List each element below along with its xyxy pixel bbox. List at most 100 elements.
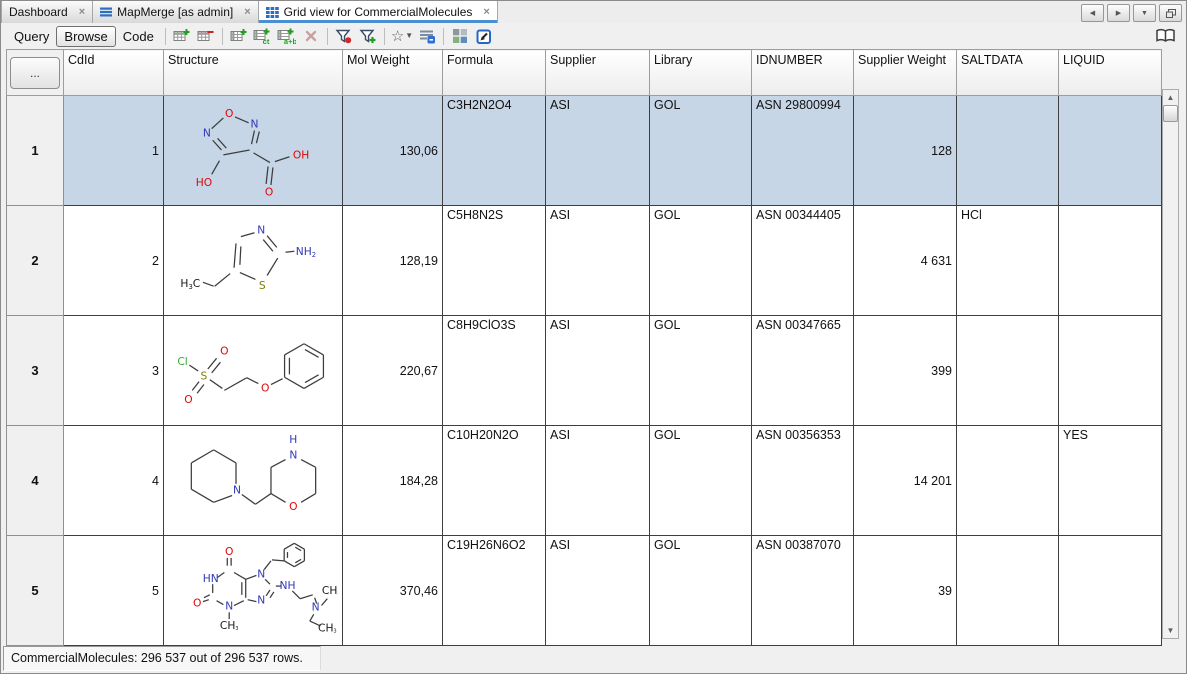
column-header-mol-weight[interactable]: Mol Weight — [343, 50, 443, 96]
cell-liquid[interactable]: YES — [1059, 426, 1162, 536]
row-header[interactable]: 3 — [7, 316, 64, 426]
cell-idnumber[interactable]: ASN 00347665 — [752, 316, 854, 426]
cell-supplier[interactable]: ASI — [546, 316, 650, 426]
add-row-button[interactable] — [170, 25, 194, 47]
open-in-new-window-button[interactable] — [472, 25, 496, 47]
close-icon[interactable]: × — [483, 7, 489, 18]
column-settings-button[interactable] — [415, 25, 439, 47]
cell-mol-weight[interactable]: 128,19 — [343, 206, 443, 316]
favorites-button[interactable]: ☆ ▼ — [389, 25, 415, 47]
add-calculated-field-button[interactable]: a+b — [275, 25, 299, 47]
cell-supplier-weight[interactable]: 4 631 — [854, 206, 957, 316]
tab-dashboard[interactable]: Dashboard × — [1, 1, 93, 23]
add-chemical-terms-field-button[interactable]: ct — [251, 25, 275, 47]
table-row[interactable]: 1 1 O N N — [7, 96, 1162, 206]
delete-row-button[interactable] — [194, 25, 218, 47]
cell-structure[interactable]: O HN O N CH3 N N NH N CH3 CH3 — [164, 536, 343, 646]
cell-supplier-weight[interactable]: 399 — [854, 316, 957, 426]
column-header-cdid[interactable]: CdId — [64, 50, 164, 96]
cell-cdid[interactable]: 3 — [64, 316, 164, 426]
scrollbar-thumb[interactable] — [1163, 105, 1178, 122]
cell-supplier[interactable]: ASI — [546, 536, 650, 646]
table-row[interactable]: 2 2 N S NH2 H3C — [7, 206, 1162, 316]
cell-formula[interactable]: C10H20N2O — [443, 426, 546, 536]
cell-supplier[interactable]: ASI — [546, 426, 650, 536]
remove-field-button[interactable] — [299, 25, 323, 47]
tab-mapmerge[interactable]: MapMerge [as admin] × — [93, 1, 259, 23]
cell-library[interactable]: GOL — [650, 96, 752, 206]
cell-mol-weight[interactable]: 370,46 — [343, 536, 443, 646]
close-icon[interactable]: × — [79, 7, 85, 18]
add-field-button[interactable] — [227, 25, 251, 47]
float-window-button[interactable] — [1159, 4, 1182, 22]
cell-formula[interactable]: C19H26N6O2 — [443, 536, 546, 646]
cell-structure[interactable]: N S NH2 H3C — [164, 206, 343, 316]
view-layout-button[interactable] — [448, 25, 472, 47]
tab-grid-view[interactable]: Grid view for CommercialMolecules × — [259, 1, 498, 23]
column-header-saltdata[interactable]: SALTDATA — [957, 50, 1059, 96]
cell-supplier-weight[interactable]: 39 — [854, 536, 957, 646]
column-header-idnumber[interactable]: IDNUMBER — [752, 50, 854, 96]
tab-list-dropdown-button[interactable]: ▼ — [1133, 4, 1156, 22]
close-icon[interactable]: × — [244, 7, 250, 18]
row-header[interactable]: 2 — [7, 206, 64, 316]
row-header[interactable]: 5 — [7, 536, 64, 646]
column-header-supplier[interactable]: Supplier — [546, 50, 650, 96]
cell-saltdata[interactable] — [957, 96, 1059, 206]
row-header[interactable]: 1 — [7, 96, 64, 206]
cell-idnumber[interactable]: ASN 00387070 — [752, 536, 854, 646]
cell-supplier[interactable]: ASI — [546, 206, 650, 316]
cell-library[interactable]: GOL — [650, 536, 752, 646]
cell-formula[interactable]: C8H9ClO3S — [443, 316, 546, 426]
column-header-structure[interactable]: Structure — [164, 50, 343, 96]
scroll-tabs-right-button[interactable]: ▶ — [1107, 4, 1130, 22]
cell-cdid[interactable]: 1 — [64, 96, 164, 206]
cell-idnumber[interactable]: ASN 00356353 — [752, 426, 854, 536]
table-row[interactable]: 4 4 — [7, 426, 1162, 536]
add-filter-button[interactable] — [356, 25, 380, 47]
vertical-scrollbar[interactable]: ▲ ▼ — [1162, 89, 1179, 639]
cell-liquid[interactable] — [1059, 206, 1162, 316]
cell-liquid[interactable] — [1059, 536, 1162, 646]
cell-mol-weight[interactable]: 184,28 — [343, 426, 443, 536]
row-header[interactable]: 4 — [7, 426, 64, 536]
cell-structure[interactable]: O N N HO OH O — [164, 96, 343, 206]
column-header-library[interactable]: Library — [650, 50, 752, 96]
table-row[interactable]: 3 3 — [7, 316, 1162, 426]
cell-formula[interactable]: C3H2N2O4 — [443, 96, 546, 206]
cell-cdid[interactable]: 2 — [64, 206, 164, 316]
cell-cdid[interactable]: 4 — [64, 426, 164, 536]
cell-supplier-weight[interactable]: 128 — [854, 96, 957, 206]
column-header-formula[interactable]: Formula — [443, 50, 546, 96]
cell-supplier[interactable]: ASI — [546, 96, 650, 206]
grid-options-button[interactable]: ... — [10, 57, 60, 89]
query-mode-button[interactable]: Query — [7, 27, 56, 46]
scroll-tabs-left-button[interactable]: ◀ — [1081, 4, 1104, 22]
cell-structure[interactable]: N H N O — [164, 426, 343, 536]
browse-mode-button[interactable]: Browse — [56, 26, 115, 47]
cell-liquid[interactable] — [1059, 316, 1162, 426]
scroll-down-icon[interactable]: ▼ — [1167, 623, 1175, 638]
cell-idnumber[interactable]: ASN 00344405 — [752, 206, 854, 316]
cell-formula[interactable]: C5H8N2S — [443, 206, 546, 316]
cell-saltdata[interactable] — [957, 426, 1059, 536]
column-header-liquid[interactable]: LIQUID — [1059, 50, 1162, 96]
cell-idnumber[interactable]: ASN 29800994 — [752, 96, 854, 206]
cell-saltdata[interactable] — [957, 536, 1059, 646]
cell-library[interactable]: GOL — [650, 316, 752, 426]
cell-mol-weight[interactable]: 130,06 — [343, 96, 443, 206]
filter-button[interactable] — [332, 25, 356, 47]
cell-liquid[interactable] — [1059, 96, 1162, 206]
cell-mol-weight[interactable]: 220,67 — [343, 316, 443, 426]
table-row[interactable]: 5 5 — [7, 536, 1162, 646]
cell-structure[interactable]: Cl S O O O — [164, 316, 343, 426]
cell-library[interactable]: GOL — [650, 206, 752, 316]
cell-saltdata[interactable] — [957, 316, 1059, 426]
cell-library[interactable]: GOL — [650, 426, 752, 536]
code-mode-button[interactable]: Code — [116, 27, 161, 46]
cell-supplier-weight[interactable]: 14 201 — [854, 426, 957, 536]
schema-browser-button[interactable] — [1152, 25, 1178, 47]
cell-cdid[interactable]: 5 — [64, 536, 164, 646]
cell-saltdata[interactable]: HCl — [957, 206, 1059, 316]
column-header-supplier-weight[interactable]: Supplier Weight — [854, 50, 957, 96]
